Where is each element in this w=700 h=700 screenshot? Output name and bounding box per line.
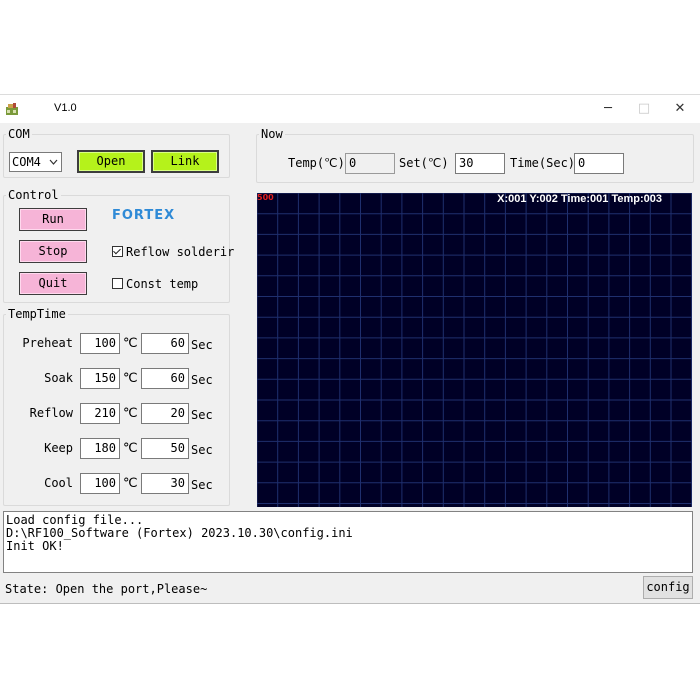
temperature-chart[interactable]: 500 X:001 Y:002 Time:001 Temp:003 bbox=[257, 193, 692, 507]
minimize-button[interactable]: ─ bbox=[596, 98, 620, 120]
set-label: Set(℃) bbox=[399, 156, 449, 170]
cool-label: Cool bbox=[44, 476, 73, 490]
soak-time-field[interactable]: 60 bbox=[141, 368, 189, 389]
cool-temp-field[interactable]: 100 bbox=[80, 473, 120, 494]
reflow-temp-unit: ℃ bbox=[123, 406, 138, 421]
soak-temp-unit: ℃ bbox=[123, 371, 138, 386]
main-window: V1.0 ─ □ ✕ COM COM4 Open Link Now Temp(℃… bbox=[0, 94, 700, 604]
soak-label: Soak bbox=[44, 371, 73, 385]
preheat-time-unit: Sec bbox=[191, 338, 213, 352]
reflow-time-unit: Sec bbox=[191, 408, 213, 422]
fortex-logo: FORTEX bbox=[112, 208, 176, 223]
chevron-down-icon bbox=[49, 159, 58, 165]
keep-temp-field[interactable]: 180 bbox=[80, 438, 120, 459]
chart-y-max-label: 500 bbox=[257, 193, 274, 202]
title-bar: V1.0 ─ □ ✕ bbox=[0, 95, 700, 123]
chart-coordinate-readout: X:001 Y:002 Time:001 Temp:003 bbox=[497, 193, 662, 205]
set-temp-field[interactable]: 30 bbox=[455, 153, 505, 174]
const-temp-checkbox[interactable] bbox=[112, 278, 123, 289]
keep-time-unit: Sec bbox=[191, 443, 213, 457]
soak-time-unit: Sec bbox=[191, 373, 213, 387]
preheat-temp-field[interactable]: 100 bbox=[80, 333, 120, 354]
run-button[interactable]: Run bbox=[19, 208, 87, 231]
current-temp-field: 0 bbox=[345, 153, 395, 174]
link-button[interactable]: Link bbox=[151, 150, 219, 173]
temptime-group-label: TempTime bbox=[8, 307, 66, 321]
reflow-checkbox[interactable] bbox=[112, 246, 123, 257]
window-title: V1.0 bbox=[54, 102, 77, 114]
preheat-time-field[interactable]: 60 bbox=[141, 333, 189, 354]
config-button[interactable]: config bbox=[643, 576, 693, 599]
com-port-select[interactable]: COM4 bbox=[9, 152, 62, 172]
com-port-value: COM4 bbox=[12, 155, 41, 169]
const-temp-checkbox-label: Const temp bbox=[126, 277, 199, 291]
temp-label: Temp(℃) bbox=[288, 156, 345, 170]
time-label: Time(Sec) bbox=[510, 156, 576, 170]
open-button[interactable]: Open bbox=[77, 150, 145, 173]
soak-temp-field[interactable]: 150 bbox=[80, 368, 120, 389]
maximize-button[interactable]: □ bbox=[632, 98, 656, 120]
chart-grid bbox=[257, 193, 692, 507]
cool-temp-unit: ℃ bbox=[123, 476, 138, 491]
preheat-label: Preheat bbox=[22, 336, 73, 350]
quit-button[interactable]: Quit bbox=[19, 272, 87, 295]
log-output[interactable]: Load config file... D:\RF100_Software (F… bbox=[3, 511, 693, 573]
now-group-label: Now bbox=[261, 127, 283, 141]
reflow-temp-field[interactable]: 210 bbox=[80, 403, 120, 424]
preheat-temp-unit: ℃ bbox=[123, 336, 138, 351]
time-field[interactable]: 0 bbox=[574, 153, 624, 174]
reflow-checkbox-label: Reflow solderir bbox=[126, 245, 235, 259]
keep-label: Keep bbox=[44, 441, 73, 455]
log-line: D:\RF100_Software (Fortex) 2023.10.30\co… bbox=[6, 526, 353, 540]
reflow-label: Reflow bbox=[29, 406, 73, 420]
cool-time-unit: Sec bbox=[191, 478, 213, 492]
log-line: Init OK! bbox=[6, 539, 64, 553]
app-icon bbox=[6, 103, 18, 115]
com-group-label: COM bbox=[8, 127, 30, 141]
stop-button[interactable]: Stop bbox=[19, 240, 87, 263]
keep-temp-unit: ℃ bbox=[123, 441, 138, 456]
control-group-label: Control bbox=[8, 188, 59, 202]
status-text: State: Open the port,Please~ bbox=[5, 582, 208, 596]
reflow-time-field[interactable]: 20 bbox=[141, 403, 189, 424]
keep-time-field[interactable]: 50 bbox=[141, 438, 189, 459]
cool-time-field[interactable]: 30 bbox=[141, 473, 189, 494]
close-button[interactable]: ✕ bbox=[668, 98, 692, 120]
